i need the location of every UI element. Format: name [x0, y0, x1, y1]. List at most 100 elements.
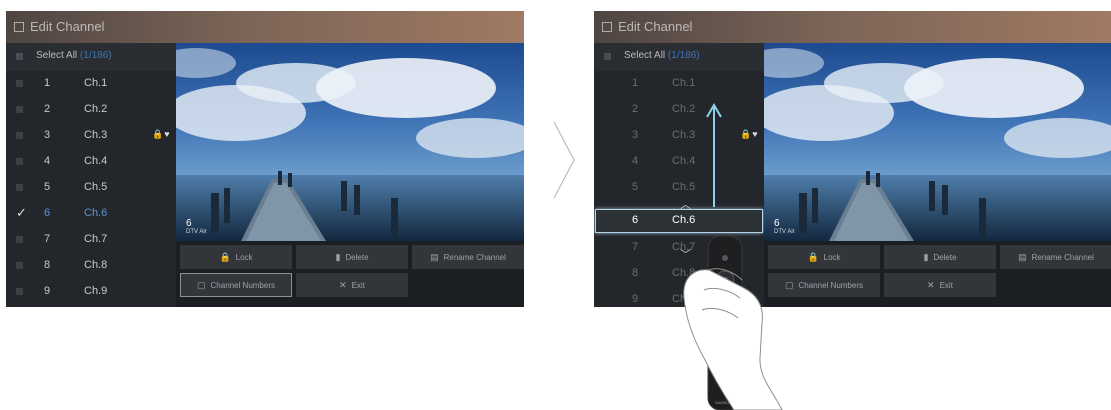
- delete-button[interactable]: ▮ Delete: [296, 245, 408, 269]
- select-count: (1/186): [79, 50, 112, 61]
- rename-icon: ▤: [1018, 252, 1027, 262]
- channel-number: 9: [44, 285, 51, 297]
- select-count: (1/186): [667, 50, 700, 61]
- channel-name: Ch.6: [84, 207, 108, 219]
- channel-number: 4: [44, 155, 51, 167]
- channel-name: Ch.5: [672, 181, 696, 193]
- chevron-right-icon: [553, 121, 575, 199]
- channel-number: 7: [44, 233, 51, 245]
- lock-favorite-icon: 🔒♥: [740, 129, 759, 139]
- action-buttons: 🔒 Lock ▮ Delete ▤ Rename Channel ▢ Channel N…: [764, 241, 1111, 307]
- channel-number: 8: [632, 267, 639, 279]
- channel-preview: 6 DTV Air: [764, 43, 1111, 241]
- channel-number: 8: [44, 259, 51, 271]
- select-all-row[interactable]: Select All (1/186): [6, 43, 176, 71]
- screen-title: Edit Channel: [30, 19, 105, 34]
- channel-number: 5: [44, 181, 51, 193]
- select-all-checkbox[interactable]: [604, 53, 611, 60]
- channel-row[interactable]: 3 Ch.3 🔒♥: [6, 123, 176, 149]
- screen-title: Edit Channel: [618, 19, 693, 34]
- channel-preview: 6 DTV Air: [176, 43, 524, 241]
- channel-numbers-button[interactable]: ▢ Channel Numbers: [180, 273, 292, 297]
- channel-number: 1: [44, 77, 51, 89]
- exit-label: Exit: [351, 281, 365, 290]
- checkbox[interactable]: [16, 158, 23, 165]
- rename-icon: ▤: [430, 252, 439, 262]
- rename-channel-button[interactable]: ▤ Rename Channel: [412, 245, 524, 269]
- close-icon: ✕: [927, 280, 935, 290]
- checkbox[interactable]: [16, 106, 23, 113]
- channel-row[interactable]: 1 Ch.1: [6, 71, 176, 97]
- select-all-label: Select All: [36, 50, 78, 61]
- lock-label: Lock: [235, 253, 253, 262]
- trash-icon: ▮: [923, 252, 929, 262]
- channel-row[interactable]: 4 Ch.4: [6, 149, 176, 175]
- delete-label: Delete: [933, 253, 957, 262]
- channel-row[interactable]: 2 Ch.2: [6, 97, 176, 123]
- channel-number: 7: [632, 241, 639, 253]
- checkbox[interactable]: [16, 262, 23, 269]
- close-icon: ✕: [339, 280, 347, 290]
- channel-name: Ch.4: [672, 155, 696, 167]
- channel-number: 2: [44, 103, 51, 115]
- channel-name: Ch.7: [84, 233, 108, 245]
- number-icon: ▢: [197, 280, 206, 290]
- channel-row[interactable]: 9 Ch.9: [6, 279, 176, 305]
- lock-favorite-icon: 🔒♥: [152, 129, 171, 139]
- pier-preview-image: [764, 43, 1111, 241]
- channel-number: 1: [632, 77, 639, 89]
- channel-name: Ch.4: [84, 155, 108, 167]
- channel-row-selected[interactable]: ✓ 6 Ch.6: [6, 201, 176, 227]
- rename-channel-button[interactable]: ▤ Rename Channel: [1000, 245, 1111, 269]
- lock-button[interactable]: 🔒 Lock: [180, 245, 292, 269]
- select-all-label: Select All: [624, 50, 666, 61]
- action-buttons: 🔒 Lock ▮ Delete ▤ Rename Channel ▢ Channel N…: [176, 241, 524, 307]
- delete-button[interactable]: ▮ Delete: [884, 245, 996, 269]
- channel-number: 3: [44, 129, 51, 141]
- channel-name: Ch.5: [84, 181, 108, 193]
- lock-label: Lock: [823, 253, 841, 262]
- title-bar: Edit Channel: [594, 11, 1111, 43]
- rename-label: Rename Channel: [1031, 253, 1094, 262]
- channel-name: Ch.2: [672, 103, 696, 115]
- channel-row[interactable]: 8 Ch.8: [6, 253, 176, 279]
- checkbox[interactable]: [16, 80, 23, 87]
- channel-row[interactable]: 3 Ch.3 🔒♥: [594, 123, 764, 149]
- channel-row[interactable]: 7 Ch.7: [6, 227, 176, 253]
- channel-list: Select All (1/186) 1 Ch.1 2 Ch.2 3 Ch.3 …: [6, 43, 176, 307]
- hand-holding-remote-illustration: SAMSUNG: [683, 235, 783, 410]
- hand: [683, 268, 783, 410]
- checkbox[interactable]: [16, 184, 23, 191]
- arrow-up-icon: [706, 103, 722, 207]
- channel-row[interactable]: 4 Ch.4: [594, 149, 764, 175]
- channel-row[interactable]: 5 Ch.5: [6, 175, 176, 201]
- checkbox[interactable]: [16, 288, 23, 295]
- channel-number: 2: [632, 103, 639, 115]
- rename-label: Rename Channel: [443, 253, 506, 262]
- channel-numbers-label: Channel Numbers: [210, 281, 275, 290]
- select-all-checkbox[interactable]: [16, 53, 23, 60]
- channel-row[interactable]: 5 Ch.5: [594, 175, 764, 201]
- channel-number: 3: [632, 129, 639, 141]
- channel-number: 9: [632, 293, 639, 305]
- exit-button[interactable]: ✕ Exit: [296, 273, 408, 297]
- delete-label: Delete: [345, 253, 369, 262]
- channel-row[interactable]: 2 Ch.2: [594, 97, 764, 123]
- channel-name: Ch.9: [84, 285, 108, 297]
- channel-number: 5: [632, 181, 639, 193]
- edit-icon: [602, 22, 612, 32]
- title-bar: Edit Channel: [6, 11, 524, 43]
- channel-row[interactable]: 1 Ch.1: [594, 71, 764, 97]
- channel-name: Ch.8: [84, 259, 108, 271]
- lock-icon: 🔒: [219, 252, 231, 262]
- chevron-up-icon: ︿: [680, 199, 691, 211]
- exit-label: Exit: [939, 281, 953, 290]
- checkbox[interactable]: [16, 236, 23, 243]
- exit-button[interactable]: ✕ Exit: [884, 273, 996, 297]
- channel-name: Ch.2: [84, 103, 108, 115]
- edit-channel-screen-before: Edit Channel Select All (1/186) 1 Ch.1 2…: [6, 11, 524, 307]
- check-icon[interactable]: ✓: [16, 205, 27, 221]
- select-all-row[interactable]: Select All (1/186): [594, 43, 764, 71]
- channel-name: Ch.1: [672, 77, 696, 89]
- checkbox[interactable]: [16, 132, 23, 139]
